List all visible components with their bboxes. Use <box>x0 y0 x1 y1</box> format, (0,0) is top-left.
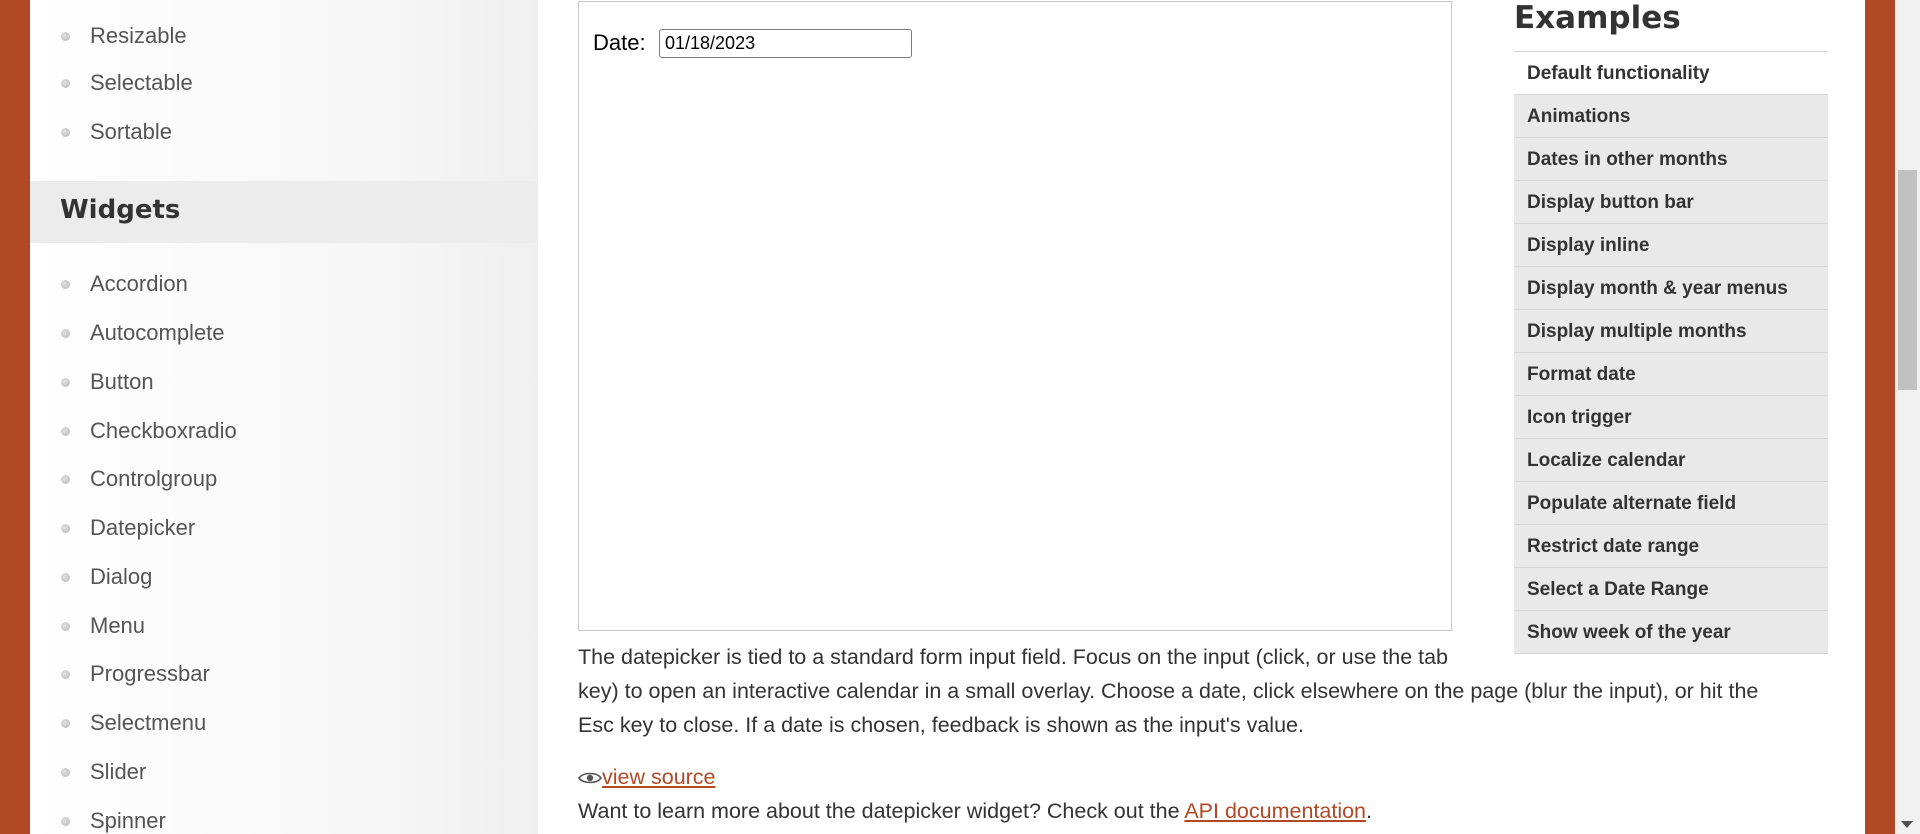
example-restrict-date-range[interactable]: Restrict date range <box>1514 525 1828 568</box>
sidebar-item-resizable[interactable]: Resizable <box>30 21 538 51</box>
widgets-section-heading: Widgets <box>30 181 538 243</box>
sidebar-item-label: Datepicker <box>90 515 196 540</box>
bullet-icon <box>61 79 70 88</box>
learn-more-suffix: . <box>1366 799 1372 823</box>
example-default-functionality[interactable]: Default functionality <box>1514 52 1828 95</box>
example-display-button-bar[interactable]: Display button bar <box>1514 181 1828 224</box>
sidebar-item-selectmenu[interactable]: Selectmenu <box>30 708 538 738</box>
example-dates-in-other-months[interactable]: Dates in other months <box>1514 138 1828 181</box>
sidebar-item-slider[interactable]: Slider <box>30 757 538 787</box>
sidebar-item-checkboxradio[interactable]: Checkboxradio <box>30 416 538 446</box>
learn-more-text: Want to learn more about the datepicker … <box>578 799 1372 824</box>
bullet-icon <box>61 280 70 289</box>
bullet-icon <box>61 378 70 387</box>
widgets-heading-text: Widgets <box>60 195 181 225</box>
description-line: Esc key to close. If a date is chosen, f… <box>578 713 1304 737</box>
sidebar-item-label: Slider <box>90 759 147 784</box>
bullet-icon <box>61 768 70 777</box>
sidebar-item-label: Selectable <box>90 70 193 95</box>
sidebar-item-menu[interactable]: Menu <box>30 611 538 641</box>
datepicker-input[interactable] <box>659 29 912 58</box>
sidebar-item-label: Progressbar <box>90 661 210 686</box>
sidebar-item-label: Autocomplete <box>90 320 225 345</box>
sidebar-item-sortable[interactable]: Sortable <box>30 117 538 147</box>
sidebar-item-label: Controlgroup <box>90 466 218 491</box>
date-label: Date: <box>593 30 646 55</box>
view-source-link[interactable]: view source <box>578 765 716 790</box>
example-localize-calendar[interactable]: Localize calendar <box>1514 439 1828 482</box>
bullet-icon <box>61 817 70 826</box>
bullet-icon <box>61 329 70 338</box>
sidebar-item-accordion[interactable]: Accordion <box>30 269 538 299</box>
bullet-icon <box>61 524 70 533</box>
scroll-down-arrow-icon[interactable] <box>1901 821 1913 828</box>
sidebar-item-spinner[interactable]: Spinner <box>30 806 538 834</box>
sidebar-item-label: Accordion <box>90 271 188 296</box>
sidebar-item-controlgroup[interactable]: Controlgroup <box>30 464 538 494</box>
sidebar-item-dialog[interactable]: Dialog <box>30 562 538 592</box>
sidebar-item-selectable[interactable]: Selectable <box>30 68 538 98</box>
sidebar-item-label: Dialog <box>90 564 153 589</box>
bullet-icon <box>61 475 70 484</box>
example-animations[interactable]: Animations <box>1514 95 1828 138</box>
example-display-multiple-months[interactable]: Display multiple months <box>1514 310 1828 353</box>
sidebar-item-label: Resizable <box>90 23 187 48</box>
bullet-icon <box>61 622 70 631</box>
sidebar-item-label: Selectmenu <box>90 710 207 735</box>
learn-more-prefix: Want to learn more about the datepicker … <box>578 799 1185 823</box>
page-scrollbar[interactable] <box>1895 0 1920 834</box>
scrollbar-thumb[interactable] <box>1898 170 1917 390</box>
bullet-icon <box>61 32 70 41</box>
example-populate-alternate-field[interactable]: Populate alternate field <box>1514 482 1828 525</box>
description-line: key) to open an interactive calendar in … <box>578 679 1759 703</box>
examples-list: Default functionality Animations Dates i… <box>1514 51 1828 654</box>
bullet-icon <box>61 128 70 137</box>
page: Resizable Selectable Sortable Widgets Ac… <box>30 0 1865 834</box>
example-format-date[interactable]: Format date <box>1514 353 1828 396</box>
sidebar-item-label: Menu <box>90 613 146 638</box>
sidebar-item-datepicker[interactable]: Datepicker <box>30 513 538 543</box>
bullet-icon <box>61 719 70 728</box>
sidebar-item-label: Button <box>90 369 154 394</box>
sidebar-item-label: Checkboxradio <box>90 418 237 443</box>
sidebar-item-button[interactable]: Button <box>30 367 538 397</box>
example-icon-trigger[interactable]: Icon trigger <box>1514 396 1828 439</box>
examples-heading: Examples <box>1514 0 1681 36</box>
demo-iframe: Date: <box>578 1 1452 631</box>
demo-description: The datepicker is tied to a standard for… <box>578 640 1858 742</box>
bullet-icon <box>61 670 70 679</box>
example-display-inline[interactable]: Display inline <box>1514 224 1828 267</box>
example-select-a-date-range[interactable]: Select a Date Range <box>1514 568 1828 611</box>
api-documentation-link[interactable]: API documentation <box>1184 799 1366 823</box>
sidebar-item-label: Spinner <box>90 808 166 833</box>
example-show-week-of-the-year[interactable]: Show week of the year <box>1514 611 1828 654</box>
example-display-month-year-menus[interactable]: Display month & year menus <box>1514 267 1828 310</box>
sidebar-item-label: Sortable <box>90 119 172 144</box>
sidebar-item-progressbar[interactable]: Progressbar <box>30 659 538 689</box>
bullet-icon <box>61 427 70 436</box>
bullet-icon <box>61 573 70 582</box>
view-source-label: view source <box>602 765 716 789</box>
eye-icon <box>578 773 602 784</box>
sidebar-nav: Resizable Selectable Sortable Widgets Ac… <box>30 0 538 834</box>
sidebar-item-autocomplete[interactable]: Autocomplete <box>30 318 538 348</box>
